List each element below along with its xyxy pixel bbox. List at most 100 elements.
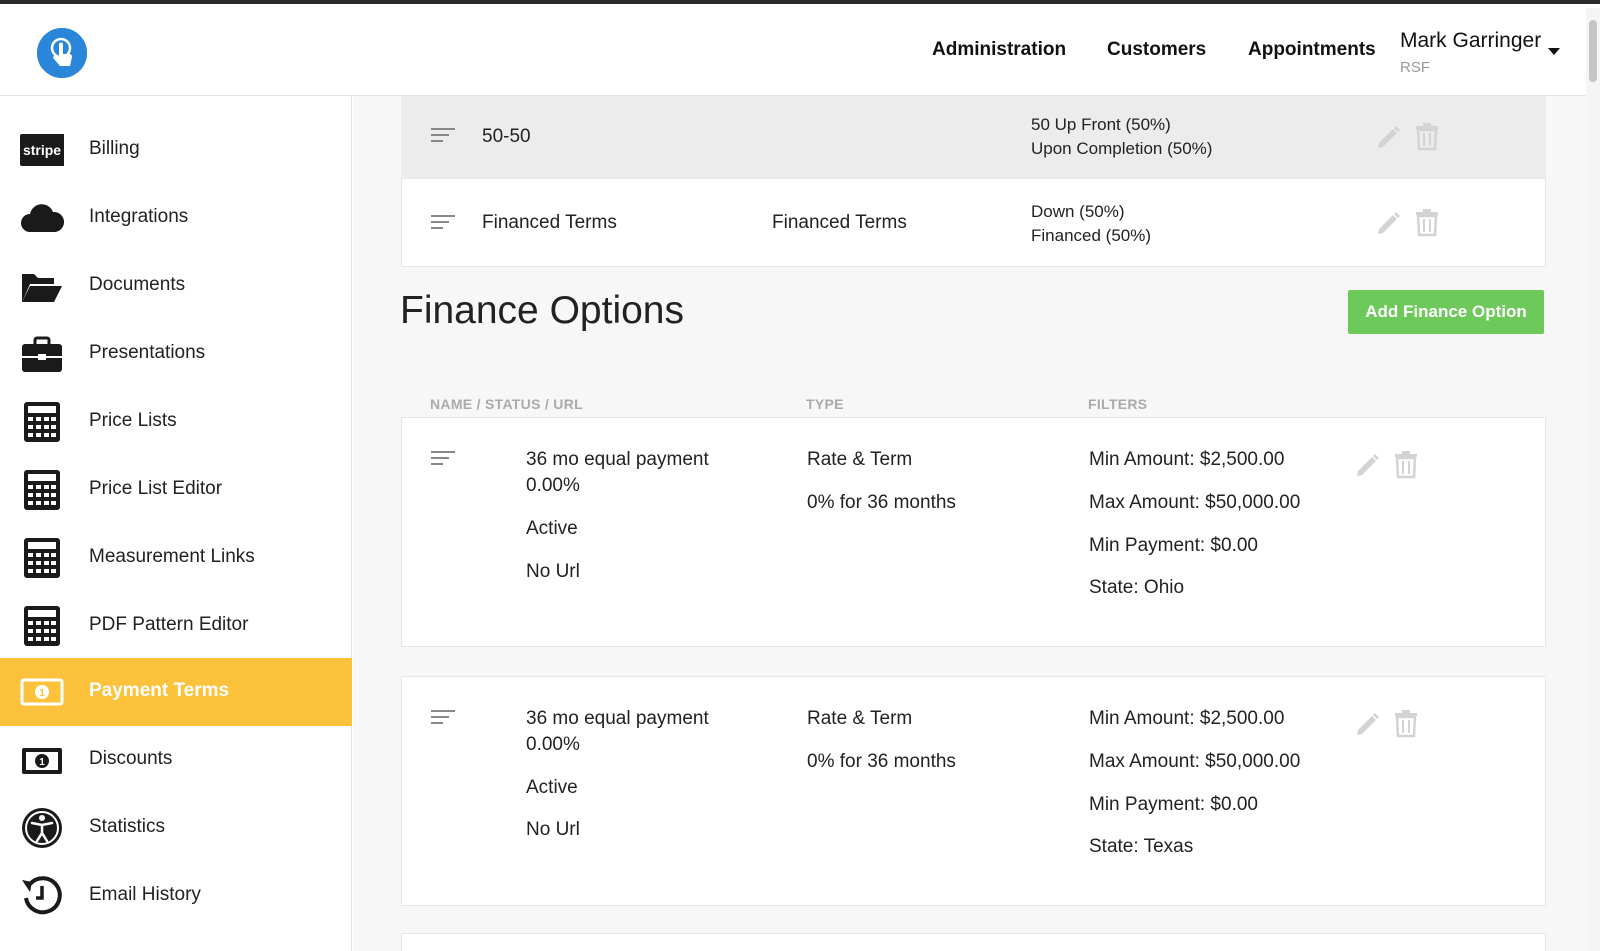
svg-text:1: 1 [39, 757, 45, 768]
option-type-detail: 0% for 36 months [807, 751, 956, 772]
money-icon: 1 [20, 738, 64, 782]
sidebar-item-presentations[interactable]: Presentations [0, 320, 352, 388]
app-window: Administration Customers Appointments Ma… [0, 0, 1600, 951]
sidebar-item-measurement-links[interactable]: Measurement Links [0, 524, 352, 592]
folder-open-icon [20, 264, 64, 308]
term-name: Financed Terms [482, 212, 617, 233]
pencil-icon[interactable] [1352, 708, 1382, 738]
stripe-icon: stripe [20, 128, 64, 172]
option-filter: Min Amount: $2,500.00 [1089, 449, 1285, 470]
option-filter: Max Amount: $50,000.00 [1089, 751, 1301, 772]
cloud-icon [20, 196, 64, 240]
sidebar-item-documents[interactable]: Documents [0, 252, 352, 320]
term-line: Down (50%) [1031, 202, 1125, 221]
window-scrollbar-thumb[interactable] [1589, 20, 1597, 82]
briefcase-icon [20, 332, 64, 376]
option-filter: State: Texas [1089, 836, 1194, 857]
column-header-type: TYPE [806, 396, 844, 412]
option-rate: 0.00% [526, 734, 580, 755]
term-line: Financed (50%) [1031, 226, 1152, 245]
option-filter: State: Ohio [1089, 577, 1185, 598]
drag-handle-icon[interactable] [431, 709, 455, 725]
option-filter: Max Amount: $50,000.00 [1089, 492, 1301, 513]
nav-customers[interactable]: Customers [1107, 39, 1206, 61]
sidebar-item-label: Price List Editor [89, 478, 223, 499]
option-filter: Min Payment: $0.00 [1089, 535, 1258, 556]
sidebar-item-label: Documents [89, 274, 186, 295]
money-icon: 1 [20, 670, 64, 714]
option-filter: Min Amount: $2,500.00 [1089, 708, 1285, 729]
sidebar-item-label: Statistics [89, 816, 166, 837]
sidebar-item-label: Price Lists [89, 410, 177, 431]
pencil-icon[interactable] [1373, 121, 1403, 151]
finance-option-card [401, 933, 1546, 951]
window-scrollbar-track[interactable] [1586, 8, 1600, 951]
sidebar-item-label: Email History [89, 884, 201, 905]
accessibility-icon [20, 806, 64, 850]
payment-term-row: 50-50 50 Up Front (50%) Upon Completion … [401, 96, 1546, 178]
sidebar-item-payment-terms[interactable]: 1 Payment Terms [0, 658, 352, 726]
term-line: 50 Up Front (50%) [1031, 115, 1171, 134]
drag-handle-icon[interactable] [431, 214, 455, 230]
pencil-icon[interactable] [1373, 207, 1403, 237]
sidebar-item-label: Presentations [89, 342, 206, 363]
add-finance-option-button[interactable]: Add Finance Option [1348, 290, 1544, 334]
option-type: Rate & Term [807, 708, 913, 729]
user-menu[interactable]: Mark Garringer [1400, 29, 1541, 53]
sidebar-item-price-list-editor[interactable]: Price List Editor [0, 456, 352, 524]
user-company: RSF [1400, 59, 1430, 76]
column-header-name: NAME / STATUS / URL [430, 396, 583, 412]
main-content: 50-50 50 Up Front (50%) Upon Completion … [353, 96, 1586, 951]
logo-icon[interactable] [37, 28, 87, 78]
sidebar-item-label: Integrations [89, 206, 189, 227]
option-name: 36 mo equal payment [526, 708, 709, 729]
sidebar-item-statistics[interactable]: Statistics [0, 794, 352, 862]
option-type-detail: 0% for 36 months [807, 492, 956, 513]
term-line: Upon Completion (50%) [1031, 139, 1213, 158]
drag-handle-icon[interactable] [431, 127, 455, 143]
chevron-down-icon[interactable] [1548, 48, 1560, 55]
sidebar-item-email-history[interactable]: Email History [0, 862, 352, 930]
nav-administration[interactable]: Administration [932, 39, 1066, 61]
calculator-icon [20, 400, 64, 444]
sidebar-item-label: PDF Pattern Editor [89, 614, 249, 635]
trash-icon[interactable] [1412, 121, 1442, 151]
trash-icon[interactable] [1391, 449, 1421, 479]
pencil-icon[interactable] [1352, 449, 1382, 479]
option-status: Active [526, 518, 578, 539]
top-header: Administration Customers Appointments Ma… [0, 8, 1586, 96]
term-name: 50-50 [482, 126, 531, 147]
option-rate: 0.00% [526, 475, 580, 496]
finance-option-card: 36 mo equal payment 0.00% Active No Url … [401, 417, 1546, 647]
term-type: Financed Terms [772, 212, 907, 233]
sidebar-item-label: Measurement Links [89, 546, 255, 567]
trash-icon[interactable] [1391, 708, 1421, 738]
option-name: 36 mo equal payment [526, 449, 709, 470]
sidebar-item-integrations[interactable]: Integrations [0, 184, 352, 252]
calculator-icon [20, 536, 64, 580]
calculator-icon [20, 604, 64, 648]
drag-handle-icon[interactable] [431, 450, 455, 466]
sidebar-item-discounts[interactable]: 1 Discounts [0, 726, 352, 794]
nav-appointments[interactable]: Appointments [1248, 39, 1376, 61]
option-type: Rate & Term [807, 449, 913, 470]
sidebar-item-price-lists[interactable]: Price Lists [0, 388, 352, 456]
calculator-icon [20, 468, 64, 512]
option-filter: Min Payment: $0.00 [1089, 794, 1258, 815]
sidebar-item-pdf-pattern-editor[interactable]: PDF Pattern Editor [0, 592, 352, 660]
sidebar-item-label: Payment Terms [89, 680, 230, 701]
finance-option-card: 36 mo equal payment 0.00% Active No Url … [401, 676, 1546, 906]
sidebar: stripe Billing Integrations Documents Pr… [0, 96, 352, 951]
option-url: No Url [526, 819, 580, 840]
option-url: No Url [526, 561, 580, 582]
stripe-text: stripe [23, 142, 61, 158]
trash-icon[interactable] [1412, 207, 1442, 237]
option-status: Active [526, 777, 578, 798]
sidebar-item-label: Billing [89, 138, 140, 159]
column-header-filters: FILTERS [1088, 396, 1148, 412]
page-title: Finance Options [400, 289, 684, 332]
svg-text:1: 1 [39, 688, 45, 699]
sidebar-item-label: Discounts [89, 748, 173, 769]
payment-term-row: Financed Terms Financed Terms Down (50%)… [401, 178, 1546, 267]
sidebar-item-billing[interactable]: stripe Billing [0, 116, 352, 184]
